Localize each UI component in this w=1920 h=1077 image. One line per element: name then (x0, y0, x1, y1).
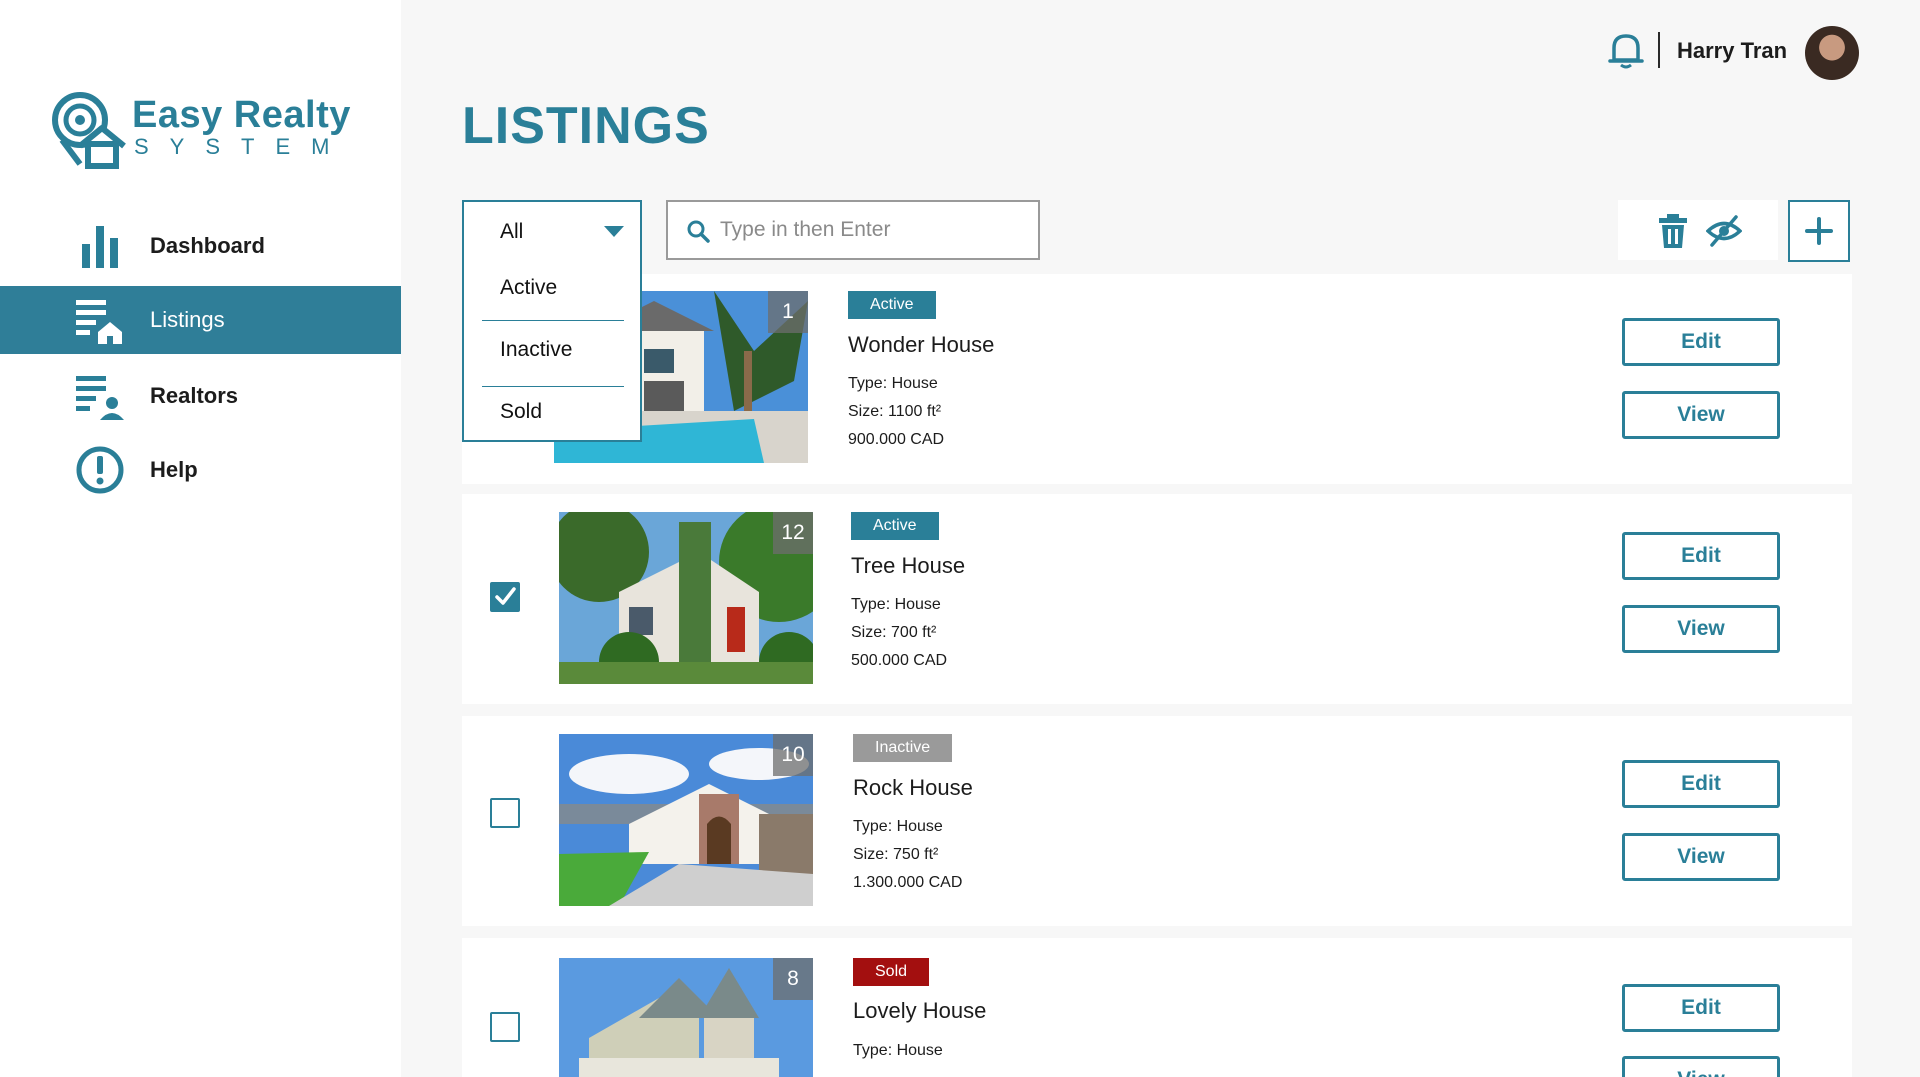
sidebar-item-realtors[interactable]: Realtors (0, 362, 401, 430)
listing-name: Tree House (851, 553, 966, 578)
view-button[interactable]: View (1622, 391, 1780, 439)
listing-checkbox[interactable] (490, 798, 520, 828)
sidebar-item-help[interactable]: Help (0, 436, 401, 504)
view-button[interactable]: View (1622, 1056, 1780, 1077)
sidebar-item-label: Help (150, 457, 198, 482)
listing-price: 900.000 CAD (848, 431, 945, 448)
sidebar-item-listings[interactable]: Listings (0, 286, 401, 354)
search-box (666, 200, 1040, 260)
listing-id: 10 (773, 734, 813, 776)
view-button[interactable]: View (1622, 605, 1780, 653)
status-badge: Inactive (853, 734, 953, 762)
sidebar-item-label: Listings (150, 307, 225, 332)
status-filter-dropdown: Active Inactive Sold (462, 258, 642, 442)
header-divider (1658, 32, 1660, 68)
check-icon (495, 587, 516, 605)
listing-id: 1 (768, 291, 808, 333)
plus-icon (1805, 217, 1833, 245)
bulk-actions (1618, 200, 1778, 260)
edit-button[interactable]: Edit (1622, 532, 1780, 580)
dropdown-option-label: Inactive (500, 338, 573, 361)
listing-size: Size: 750 ft² (853, 846, 939, 863)
listing-type: Type: House (848, 375, 938, 392)
logo-mark-icon (52, 92, 126, 169)
add-listing-button[interactable] (1788, 200, 1850, 262)
dropdown-option-label: Active (500, 276, 558, 299)
dropdown-option-label: Sold (500, 400, 543, 423)
sidebar: Easy Realty SYSTEM Dashboard Listings Re… (0, 0, 401, 1077)
brand-subtitle: SYSTEM (134, 134, 351, 159)
listings-icon (76, 300, 122, 344)
edit-button[interactable]: Edit (1622, 318, 1780, 366)
dropdown-option-inactive[interactable]: Inactive (464, 320, 640, 380)
status-filter-select[interactable]: All (462, 200, 642, 260)
listing-price: 500.000 CAD (851, 652, 948, 669)
view-button[interactable]: View (1622, 833, 1780, 881)
status-badge: Sold (853, 958, 930, 986)
edit-button[interactable]: Edit (1622, 760, 1780, 808)
dropdown-option-active[interactable]: Active (464, 258, 640, 318)
listing-checkbox[interactable] (490, 582, 520, 612)
notification-bell-icon[interactable] (1606, 30, 1646, 70)
listing-size: Size: 1100 ft² (848, 403, 942, 420)
listing-id: 12 (773, 512, 813, 554)
listing-type: Type: House (853, 818, 943, 835)
sidebar-item-dashboard[interactable]: Dashboard (0, 212, 401, 280)
listing-card: 12 Active Tree House Type: House Size: 7… (462, 494, 1852, 704)
edit-button[interactable]: Edit (1622, 984, 1780, 1032)
listing-checkbox[interactable] (490, 1012, 520, 1042)
info-icon (76, 446, 124, 494)
sidebar-item-label: Dashboard (150, 233, 265, 258)
brand-title: Easy Realty (132, 94, 351, 136)
listing-size: Size: 700 ft² (851, 624, 937, 641)
listing-price: 1.300.000 CAD (853, 874, 963, 891)
search-icon (687, 220, 710, 243)
listing-card: 1 Active Wonder House Type: House Size: … (462, 274, 1852, 484)
avatar[interactable] (1805, 26, 1859, 80)
listing-card: 8 Sold Lovely House Type: House Edit Vie… (462, 938, 1852, 1077)
bar-chart-icon (82, 226, 118, 268)
chevron-down-icon (604, 226, 624, 237)
listing-photo[interactable]: 10 (559, 734, 813, 906)
status-filter-value: All (500, 220, 524, 243)
listing-name: Lovely House (853, 998, 987, 1023)
page-title: LISTINGS (462, 97, 710, 155)
listing-photo[interactable]: 8 (559, 958, 813, 1077)
dropdown-option-sold[interactable]: Sold (464, 382, 640, 442)
listing-id: 8 (773, 958, 813, 1000)
listing-name: Wonder House (848, 332, 995, 357)
trash-icon[interactable] (1658, 214, 1688, 248)
user-name[interactable]: Harry Tran (1677, 38, 1787, 64)
eye-off-icon[interactable] (1706, 214, 1742, 248)
status-badge: Active (851, 512, 939, 540)
listing-card: 10 Inactive Rock House Type: House Size:… (462, 716, 1852, 926)
listing-name: Rock House (853, 775, 973, 800)
search-input[interactable] (720, 212, 1020, 248)
realtors-icon (76, 376, 124, 420)
status-badge: Active (848, 291, 936, 319)
listing-photo[interactable]: 12 (559, 512, 813, 684)
brand-logo[interactable]: Easy Realty SYSTEM (50, 90, 360, 170)
listing-type: Type: House (851, 596, 941, 613)
sidebar-item-label: Realtors (150, 383, 239, 408)
listing-type: Type: House (853, 1042, 943, 1059)
